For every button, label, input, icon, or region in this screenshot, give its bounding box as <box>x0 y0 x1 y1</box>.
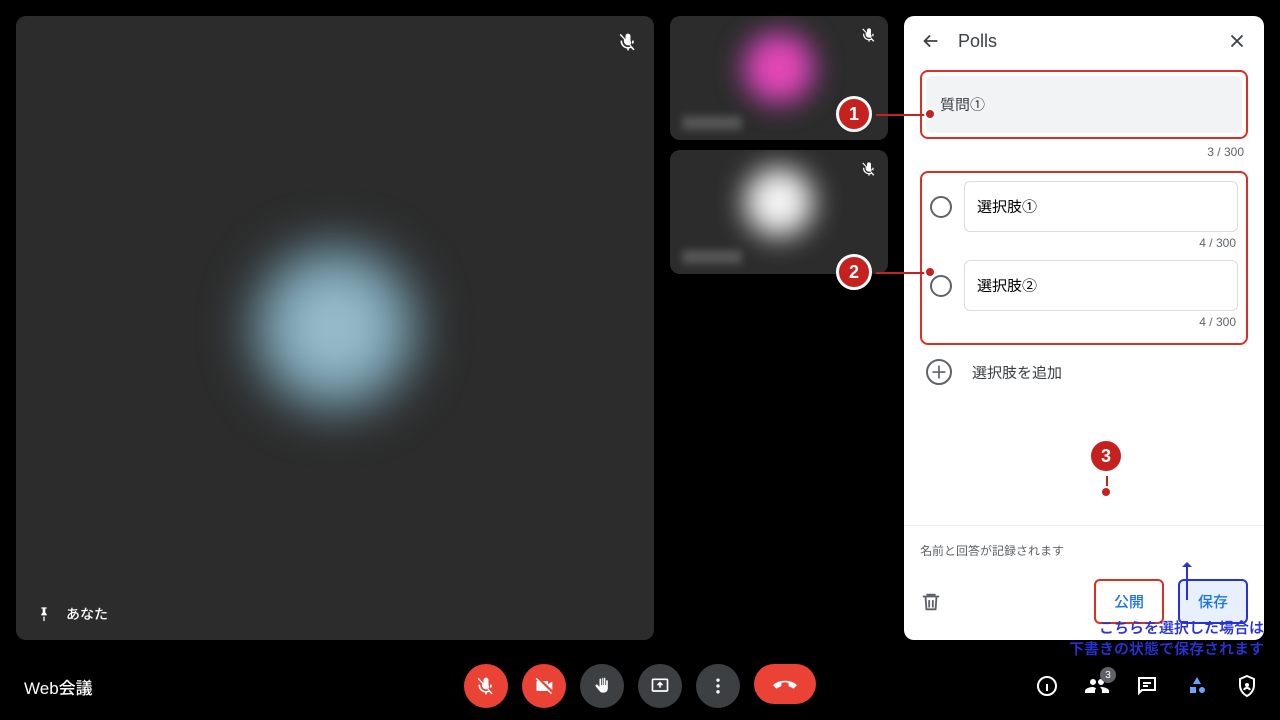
footer-note: 名前と回答が記録されます <box>920 542 1248 559</box>
option-input[interactable] <box>964 260 1238 311</box>
question-input[interactable] <box>926 76 1242 133</box>
option-input[interactable] <box>964 181 1238 232</box>
close-icon[interactable] <box>1226 30 1248 52</box>
annotation-callout: 3 <box>1088 438 1124 474</box>
mic-muted-icon <box>616 30 640 54</box>
panel-title: Polls <box>958 31 1210 52</box>
avatar <box>744 33 814 103</box>
meeting-name: Web会議 <box>24 674 93 699</box>
raise-hand-button[interactable] <box>580 664 624 708</box>
option-counter: 4 / 300 <box>930 315 1236 329</box>
toggle-camera-button[interactable] <box>522 664 566 708</box>
annotation-dot <box>924 266 936 278</box>
annotation-arrow <box>1186 564 1188 600</box>
add-option-button[interactable]: ＋ 選択肢を追加 <box>920 345 1248 399</box>
people-count-badge: 3 <box>1100 667 1116 683</box>
radio-icon <box>930 196 952 218</box>
self-label: あなた <box>66 604 108 624</box>
pin-icon <box>36 604 52 624</box>
activities-button[interactable] <box>1184 673 1210 699</box>
host-controls-button[interactable] <box>1234 673 1260 699</box>
toggle-mic-button[interactable] <box>464 664 508 708</box>
annotation-line <box>876 272 926 274</box>
annotation-callout: 1 <box>836 96 872 132</box>
annotation-text: こちらを選択した場合は 下書きの状態で保存されます <box>1069 618 1264 660</box>
question-counter: 3 / 300 <box>920 145 1244 159</box>
radio-icon <box>930 275 952 297</box>
chat-button[interactable] <box>1134 673 1160 699</box>
mic-muted-icon <box>860 26 878 44</box>
annotation-line <box>876 114 926 116</box>
polls-panel: Polls 3 / 300 4 / 300 4 / 300 ＋ 選択肢を追加 <box>904 16 1264 640</box>
participant-name <box>682 116 742 130</box>
annotation-dot <box>1100 486 1112 498</box>
present-screen-button[interactable] <box>638 664 682 708</box>
bottom-bar: Web会議 3 <box>0 652 1280 720</box>
annotation-callout: 2 <box>836 254 872 290</box>
people-button[interactable]: 3 <box>1084 673 1110 699</box>
annotation-dot <box>924 108 936 120</box>
delete-icon[interactable] <box>920 591 942 613</box>
plus-circle-icon: ＋ <box>926 359 952 385</box>
hang-up-button[interactable] <box>754 664 816 704</box>
meeting-details-button[interactable] <box>1034 673 1060 699</box>
main-video-tile: あなた <box>16 16 654 640</box>
avatar <box>744 167 814 237</box>
options-box: 4 / 300 4 / 300 <box>920 171 1248 345</box>
back-arrow-icon[interactable] <box>920 30 942 52</box>
avatar <box>250 243 420 413</box>
option-counter: 4 / 300 <box>930 236 1236 250</box>
participant-name <box>682 250 742 264</box>
more-options-button[interactable] <box>696 664 740 708</box>
question-box <box>920 70 1248 139</box>
add-option-label: 選択肢を追加 <box>972 362 1062 383</box>
mic-muted-icon <box>860 160 878 178</box>
